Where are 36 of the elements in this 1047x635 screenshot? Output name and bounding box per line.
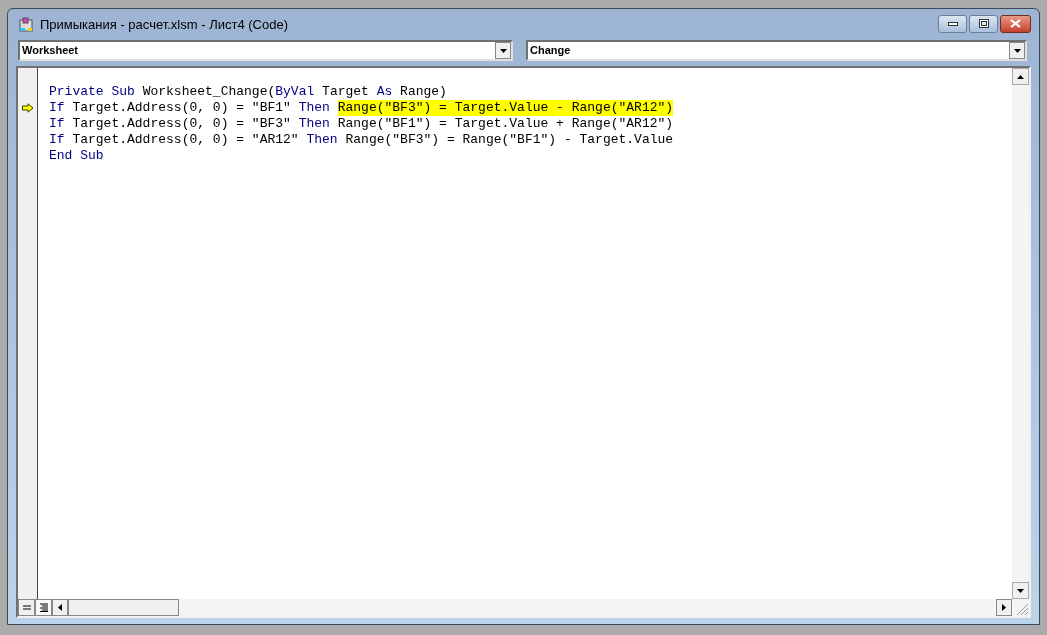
horizontal-scrollbar[interactable] xyxy=(52,599,1012,616)
close-icon xyxy=(1010,19,1021,28)
procedure-dropdown[interactable]: Change xyxy=(526,40,1027,61)
left-arrow-icon xyxy=(58,604,62,611)
right-arrow-icon xyxy=(1002,604,1006,611)
procedure-view-icon xyxy=(21,604,32,611)
procedure-view-button[interactable] xyxy=(18,599,35,616)
dropdown-arrow-button[interactable] xyxy=(1009,42,1025,59)
code-line: If Target.Address(0, 0) = "AR12" Then Range("BF3") = Range("BF1") - Target.Value xyxy=(49,132,675,148)
code-line: End Sub xyxy=(49,148,105,164)
vba-module-icon xyxy=(18,16,34,33)
maximize-button[interactable] xyxy=(969,14,998,33)
scroll-down-button[interactable] xyxy=(1012,582,1029,599)
minimize-icon xyxy=(947,21,958,26)
dropdown-arrow-button[interactable] xyxy=(495,42,511,59)
full-module-view-icon xyxy=(38,603,49,612)
code-line: Private Sub Worksheet_Change(ByVal Target As Range) xyxy=(49,84,448,100)
code-line: If Target.Address(0, 0) = "BF1" Then Range("BF3") = Target.Value - Range("AR12") xyxy=(49,100,675,116)
caret-icon xyxy=(1013,48,1021,53)
scroll-up-button[interactable] xyxy=(1012,68,1029,85)
dropdown-value: Worksheet xyxy=(21,43,80,59)
full-module-view-button[interactable] xyxy=(35,599,52,616)
close-button[interactable] xyxy=(1000,14,1031,33)
code-line: If Target.Address(0, 0) = "BF3" Then Range("BF1") = Target.Value + Range("AR12") xyxy=(49,116,675,132)
scroll-thumb[interactable] xyxy=(68,599,179,616)
down-arrow-icon xyxy=(1017,588,1024,593)
dropdown-value: Change xyxy=(529,43,572,59)
minimize-button[interactable] xyxy=(938,14,967,33)
caret-icon xyxy=(499,48,507,53)
object-dropdown[interactable]: Worksheet xyxy=(18,40,513,61)
up-arrow-icon xyxy=(1017,74,1024,79)
scroll-right-button[interactable] xyxy=(996,599,1012,616)
scroll-left-button[interactable] xyxy=(52,599,68,616)
maximize-icon xyxy=(978,19,989,28)
vertical-scrollbar[interactable] xyxy=(1012,68,1029,599)
window-title: Примыкания - расчет.xlsm - Лист4 (Code) xyxy=(40,15,288,34)
